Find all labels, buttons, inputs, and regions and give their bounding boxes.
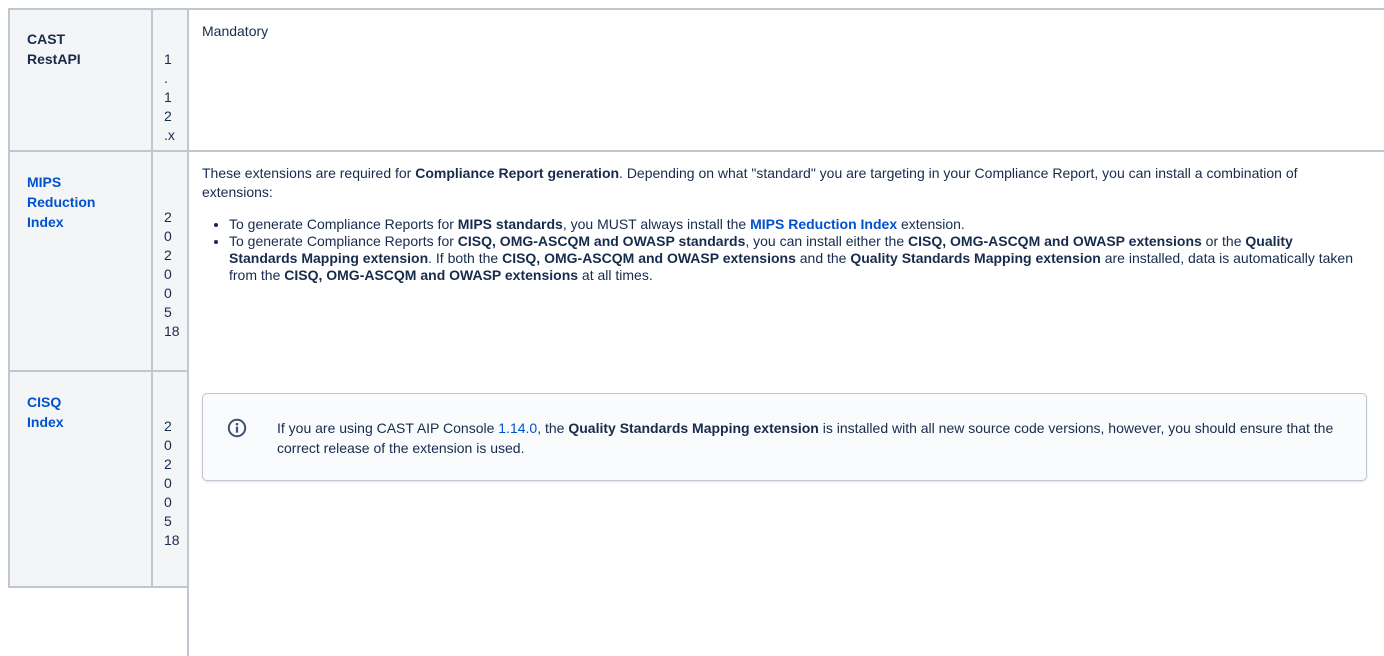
console-version-link[interactable]: 1.14.0	[498, 420, 537, 436]
cisq-index-link[interactable]: CISQ Index	[27, 392, 64, 432]
bullet-mips: To generate Compliance Reports for MIPS …	[229, 216, 1362, 233]
description-compliance-extensions: These extensions are required for Compli…	[202, 164, 1362, 284]
extension-bullets: To generate Compliance Reports for MIPS …	[202, 216, 1362, 284]
info-note-panel: If you are using CAST AIP Console 1.14.0…	[202, 393, 1367, 481]
extension-name-cast-restapi: CAST RestAPI	[27, 31, 81, 67]
column-divider-2	[187, 8, 189, 656]
extension-name-mips-reduction-index[interactable]: MIPS Reduction Index	[27, 172, 95, 232]
extension-name-cisq-index[interactable]: CISQ Index	[27, 392, 64, 432]
version-cisq-index: 2 0 2 0 0 5 18	[164, 418, 180, 548]
row-divider-1	[8, 150, 1384, 152]
row-divider-3-left	[8, 586, 189, 588]
version-cast-restapi: 1 . 1 2 .x	[164, 51, 175, 143]
row-divider-2-left	[8, 370, 189, 372]
table-border-top	[8, 8, 1384, 10]
version-mips-reduction-index: 2 0 2 0 0 5 18	[164, 209, 180, 339]
table-border-left	[8, 8, 10, 588]
mips-reduction-index-link[interactable]: MIPS Reduction Index	[27, 172, 95, 232]
column-divider-1	[151, 8, 153, 588]
intro-paragraph: These extensions are required for Compli…	[202, 165, 1298, 200]
info-icon	[227, 418, 247, 438]
mips-reduction-index-inline-link[interactable]: MIPS Reduction Index	[750, 216, 897, 232]
bullet-cisq: To generate Compliance Reports for CISQ,…	[229, 233, 1362, 284]
info-note-text: If you are using CAST AIP Console 1.14.0…	[277, 420, 1334, 456]
description-cast-restapi: Mandatory	[202, 23, 269, 39]
name-column-bg	[8, 9, 153, 586]
